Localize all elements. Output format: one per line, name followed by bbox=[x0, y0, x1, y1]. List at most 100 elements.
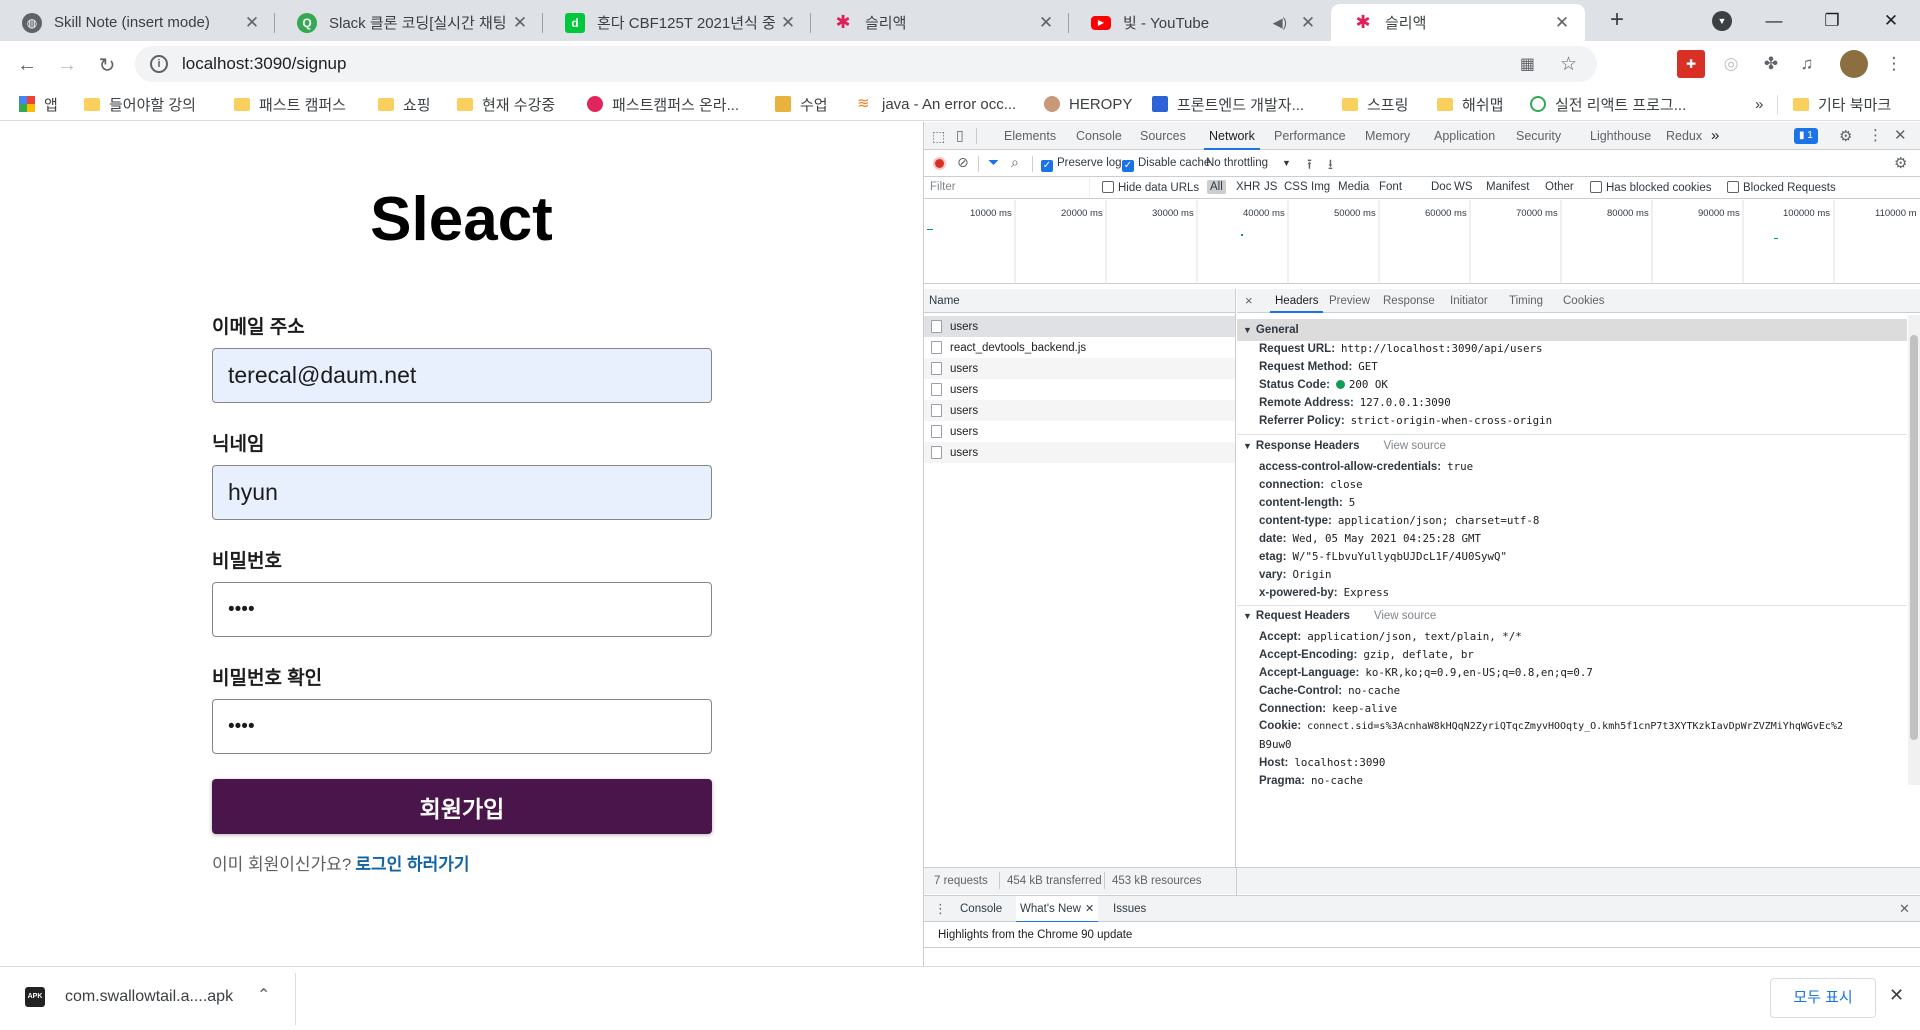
inspect-icon[interactable]: ⬚ bbox=[932, 128, 945, 145]
detail-scrollbar[interactable] bbox=[1908, 315, 1920, 785]
request-row[interactable]: users bbox=[924, 442, 1235, 463]
address-bar[interactable]: i localhost:3090/signup ▦ ☆ bbox=[135, 46, 1597, 82]
close-icon[interactable]: ✕ bbox=[1085, 903, 1094, 915]
throttling-select[interactable]: No throttling ▼ bbox=[1206, 157, 1291, 169]
close-window-button[interactable]: ✕ bbox=[1862, 0, 1920, 41]
request-row[interactable]: users bbox=[924, 400, 1235, 421]
close-downloads-bar-icon[interactable]: ✕ bbox=[1889, 985, 1904, 1006]
media-control-icon[interactable]: ♫ bbox=[1793, 50, 1821, 78]
tab-slack-clone[interactable]: Q Slack 클론 코딩[실시간 채팅 ✕ bbox=[275, 4, 543, 41]
type-filter-manifest[interactable]: Manifest bbox=[1486, 181, 1529, 193]
bookmark-frontend-dev[interactable]: 프론트엔드 개발자... bbox=[1152, 92, 1304, 116]
disable-cache-checkbox[interactable]: Disable cache bbox=[1122, 157, 1210, 172]
name-column-header[interactable]: Name bbox=[924, 289, 1235, 313]
tab-honda[interactable]: d 혼다 CBF125T 2021년식 중 ✕ bbox=[543, 4, 811, 41]
type-filter-other[interactable]: Other bbox=[1545, 181, 1574, 193]
settings-gear-icon[interactable]: ⚙ bbox=[1839, 127, 1852, 145]
detail-tab-initiator[interactable]: Initiator bbox=[1450, 289, 1488, 313]
tab-skill-note[interactable]: ◍ Skill Note (insert mode) ✕ bbox=[0, 4, 275, 41]
nickname-field[interactable]: hyun bbox=[212, 465, 712, 520]
close-icon[interactable]: ✕ bbox=[509, 13, 531, 33]
request-row[interactable]: users bbox=[924, 379, 1235, 400]
close-devtools-icon[interactable]: ✕ bbox=[1894, 126, 1907, 144]
detail-tab-response[interactable]: Response bbox=[1383, 289, 1435, 313]
login-link[interactable]: 로그인 하러가기 bbox=[355, 855, 469, 874]
type-filter-img[interactable]: Img bbox=[1311, 181, 1330, 193]
new-tab-button[interactable]: + bbox=[1610, 6, 1624, 34]
password-check-field[interactable]: •••• bbox=[212, 699, 712, 754]
type-filter-font[interactable]: Font bbox=[1379, 181, 1402, 193]
bookmarks-overflow-chevron[interactable]: » bbox=[1755, 92, 1763, 116]
import-har-icon[interactable]: ⭱ bbox=[1307, 154, 1312, 178]
device-toolbar-icon[interactable]: ▯ bbox=[956, 127, 964, 144]
detail-tab-preview[interactable]: Preview bbox=[1329, 289, 1370, 313]
extension-red-icon[interactable]: ✚ bbox=[1677, 50, 1705, 78]
back-icon[interactable]: ← bbox=[10, 48, 44, 82]
close-icon[interactable]: ✕ bbox=[1297, 13, 1319, 33]
type-filter-media[interactable]: Media bbox=[1338, 181, 1369, 193]
extension-gray-icon[interactable]: ◎ bbox=[1717, 50, 1745, 78]
bookmark-folder-spring[interactable]: 스프링 bbox=[1342, 92, 1408, 116]
tab-performance[interactable]: Performance bbox=[1274, 122, 1346, 150]
menu-dots-icon[interactable]: ⋮ bbox=[1880, 50, 1908, 78]
scrollbar-thumb[interactable] bbox=[1910, 335, 1918, 740]
tab-sources[interactable]: Sources bbox=[1140, 122, 1186, 150]
close-drawer-icon[interactable]: ✕ bbox=[1899, 901, 1910, 917]
tab-youtube[interactable]: ▶ 빛 - YouTube ◀) ✕ bbox=[1069, 4, 1331, 41]
type-filter-xhr[interactable]: XHR bbox=[1236, 181, 1260, 193]
bookmark-apps[interactable]: 앱 bbox=[19, 92, 58, 116]
request-row[interactable]: react_devtools_backend.js bbox=[924, 337, 1235, 358]
bookmark-react-practice[interactable]: 실전 리액트 프로그... bbox=[1530, 92, 1686, 116]
detail-tab-timing[interactable]: Timing bbox=[1509, 289, 1543, 313]
show-all-downloads-button[interactable]: 모두 표시 bbox=[1770, 978, 1876, 1018]
speaker-icon[interactable]: ◀) bbox=[1273, 15, 1287, 31]
tab-security[interactable]: Security bbox=[1516, 122, 1561, 150]
tab-memory[interactable]: Memory bbox=[1365, 122, 1410, 150]
filter-icon[interactable]: ⏷ bbox=[988, 154, 999, 171]
drawer-tab-issues[interactable]: Issues bbox=[1113, 903, 1146, 915]
hide-data-urls-checkbox[interactable]: Hide data URLs bbox=[1102, 181, 1199, 194]
detail-tab-headers[interactable]: Headers bbox=[1270, 289, 1324, 313]
tab-elements[interactable]: Elements bbox=[1004, 122, 1056, 150]
signup-button[interactable]: 회원가입 bbox=[212, 779, 712, 834]
close-detail-icon[interactable]: × bbox=[1245, 293, 1253, 308]
view-source-link[interactable]: View source bbox=[1374, 610, 1436, 622]
bookmark-folder-fastcampus[interactable]: 패스트 캠퍼스 bbox=[234, 92, 346, 116]
drawer-menu-icon[interactable]: ⋮ bbox=[934, 901, 947, 917]
profile-avatar[interactable] bbox=[1840, 50, 1868, 78]
tab-application[interactable]: Application bbox=[1434, 122, 1495, 150]
blocked-cookies-checkbox[interactable]: Has blocked cookies bbox=[1590, 181, 1711, 194]
export-har-icon[interactable]: ⭳ bbox=[1328, 154, 1333, 178]
bookmark-fastcampus-online[interactable]: 패스트캠퍼스 온라... bbox=[587, 92, 739, 116]
extensions-puzzle-icon[interactable]: ✤ bbox=[1757, 50, 1785, 78]
bookmark-folder-shopping[interactable]: 쇼핑 bbox=[378, 92, 431, 116]
bookmark-folder-current[interactable]: 현재 수강중 bbox=[457, 92, 555, 116]
bookmark-class[interactable]: 수업 bbox=[775, 92, 828, 116]
tab-redux[interactable]: Redux bbox=[1666, 122, 1702, 150]
type-filter-all[interactable]: All bbox=[1207, 180, 1226, 194]
devtools-menu-icon[interactable]: ⋮ bbox=[1868, 126, 1883, 144]
general-section-title[interactable]: ▼ General bbox=[1243, 324, 1299, 336]
search-icon[interactable]: ⌕ bbox=[1011, 154, 1019, 171]
close-icon[interactable]: ✕ bbox=[241, 13, 263, 33]
preserve-log-checkbox[interactable]: Preserve log bbox=[1041, 157, 1122, 172]
forward-icon[interactable]: → bbox=[50, 48, 84, 82]
close-icon[interactable]: ✕ bbox=[1035, 13, 1057, 33]
close-icon[interactable]: ✕ bbox=[777, 13, 799, 33]
record-icon[interactable] bbox=[933, 157, 946, 170]
chevron-up-icon[interactable]: ⌃ bbox=[257, 985, 270, 1005]
tab-lighthouse[interactable]: Lighthouse bbox=[1590, 122, 1651, 150]
bookmark-folder-hashmap[interactable]: 해쉬맵 bbox=[1437, 92, 1503, 116]
request-row[interactable]: users bbox=[924, 421, 1235, 442]
response-headers-title[interactable]: ▼ Response Headers View source bbox=[1243, 440, 1446, 452]
drawer-tab-console[interactable]: Console bbox=[960, 903, 1002, 915]
password-field[interactable]: •••• bbox=[212, 582, 712, 637]
tab-console[interactable]: Console bbox=[1076, 122, 1122, 150]
bookmark-folder-lectures[interactable]: 들어야할 강의 bbox=[84, 92, 196, 116]
blocked-requests-checkbox[interactable]: Blocked Requests bbox=[1727, 181, 1836, 194]
issues-badge[interactable]: ▮ 1 bbox=[1794, 128, 1818, 144]
bookmark-heropy[interactable]: HEROPY bbox=[1044, 92, 1132, 116]
site-info-icon[interactable]: i bbox=[150, 55, 168, 73]
network-overview-timeline[interactable]: 10000 ms 20000 ms 30000 ms 40000 ms 5000… bbox=[924, 200, 1920, 284]
reload-icon[interactable]: ↻ bbox=[90, 48, 124, 82]
